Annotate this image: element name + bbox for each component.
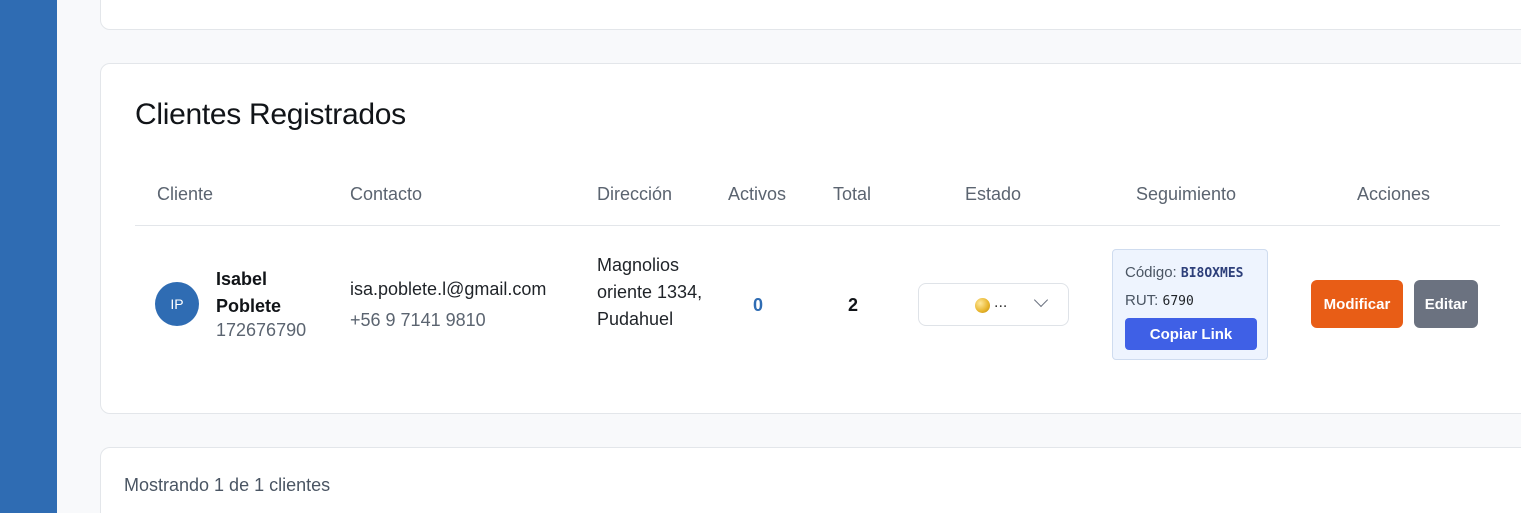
clients-card: Clientes Registrados Cliente Contacto Di… bbox=[100, 63, 1521, 414]
tracking-code-row: Código: BI8OXMES bbox=[1125, 264, 1244, 281]
header-cliente: Cliente bbox=[157, 184, 214, 204]
header-seguimiento: Seguimiento bbox=[1136, 184, 1237, 204]
activos-count: 0 bbox=[753, 295, 764, 315]
modify-button[interactable]: Modificar bbox=[1311, 280, 1403, 328]
client-address: Magnolios oriente 1334, Pudahuel bbox=[597, 255, 703, 329]
copy-link-button[interactable]: Copiar Link bbox=[1125, 318, 1257, 350]
sidebar bbox=[0, 0, 57, 513]
client-id: 172676790 bbox=[216, 320, 307, 340]
pagination-summary: Mostrando 1 de 1 clientes bbox=[124, 475, 331, 495]
tracking-box: Código: BI8OXMES RUT: 6790 Copiar Link bbox=[1112, 249, 1268, 360]
section-title: Clientes Registrados bbox=[135, 98, 406, 131]
edit-button[interactable]: Editar bbox=[1414, 280, 1478, 328]
rut-label: RUT: bbox=[1125, 292, 1159, 309]
header-estado: Estado bbox=[965, 184, 1022, 204]
tracking-rut-row: RUT: 6790 bbox=[1125, 292, 1194, 309]
client-email: isa.poblete.l@gmail.com bbox=[350, 279, 547, 299]
top-card bbox=[100, 0, 1521, 30]
chevron-down-icon bbox=[1033, 292, 1049, 308]
client-phone: +56 9 7141 9810 bbox=[350, 310, 486, 330]
header-total: Total bbox=[833, 184, 872, 204]
table-row: IP Isabel Poblete 172676790 isa.poblete.… bbox=[135, 226, 1500, 386]
avatar: IP bbox=[155, 282, 199, 326]
client-name: Isabel Poblete bbox=[216, 269, 282, 316]
header-acciones: Acciones bbox=[1357, 184, 1431, 204]
estado-value: ... bbox=[994, 294, 1008, 311]
code-label: Código: bbox=[1125, 264, 1177, 281]
header-activos: Activos bbox=[728, 184, 787, 204]
tracking-code: BI8OXMES bbox=[1180, 266, 1244, 281]
tracking-rut: 6790 bbox=[1162, 294, 1194, 309]
total-count: 2 bbox=[848, 295, 859, 315]
coin-icon bbox=[975, 298, 990, 313]
estado-select[interactable]: ... bbox=[918, 283, 1069, 326]
table-header: Cliente Contacto Dirección Activos Total… bbox=[135, 170, 1500, 226]
header-contacto: Contacto bbox=[350, 184, 423, 204]
footer-card: Mostrando 1 de 1 clientes bbox=[100, 447, 1521, 513]
header-direccion: Dirección bbox=[597, 184, 673, 204]
